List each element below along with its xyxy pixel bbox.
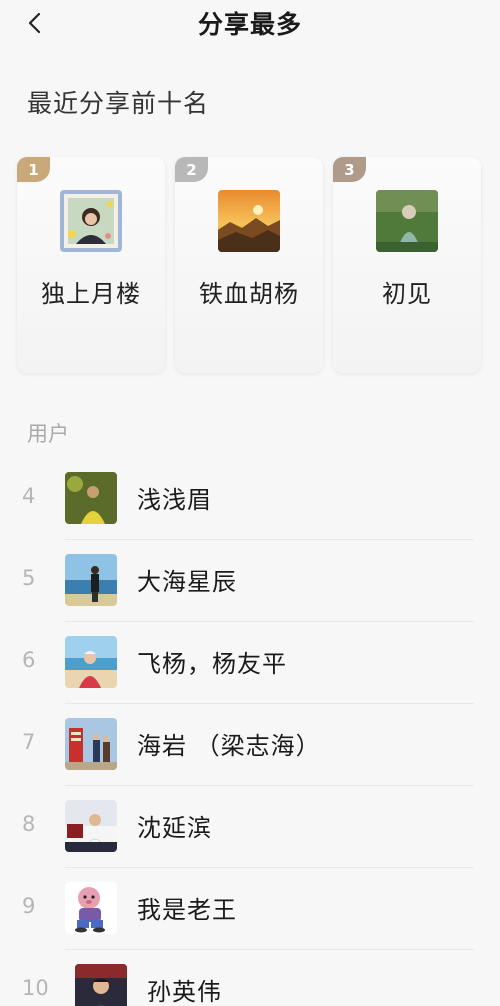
rank-badge: 3	[333, 157, 366, 182]
page-title: 分享最多	[197, 10, 302, 39]
rank-badge: 1	[17, 157, 50, 182]
user-name: 飞杨，杨友平	[137, 650, 287, 678]
rank-number: 4	[22, 484, 36, 508]
list-item[interactable]: 8 沈延滨	[0, 786, 500, 868]
avatar	[65, 554, 117, 606]
user-name: 浅浅眉	[137, 486, 212, 514]
user-name: 海岩 （梁志海）	[137, 732, 321, 760]
card-name: 初见	[382, 280, 432, 308]
user-name: 大海星辰	[137, 568, 237, 596]
top-card-1[interactable]: 1 独上月楼	[17, 157, 165, 373]
list-item[interactable]: 9 我是老王	[0, 868, 500, 950]
avatar	[65, 636, 117, 688]
rank-number: 10	[22, 976, 49, 1000]
rank-number: 9	[22, 894, 36, 918]
top-card-3[interactable]: 3 初见	[333, 157, 481, 373]
user-name: 孙英伟	[147, 978, 222, 1006]
avatar	[65, 800, 117, 852]
rank-number: 7	[22, 730, 36, 754]
rank-number: 8	[22, 812, 36, 836]
list-item[interactable]: 7 海岩 （梁志海）	[0, 704, 500, 786]
users-heading: 用户	[27, 422, 69, 446]
avatar	[65, 718, 117, 770]
list-item[interactable]: 5 大海星辰	[0, 540, 500, 622]
avatar	[60, 190, 122, 252]
top-ten-heading: 最近分享前十名	[27, 89, 210, 118]
user-name: 我是老王	[137, 896, 237, 924]
avatar	[218, 190, 280, 252]
avatar	[65, 882, 117, 934]
list-item[interactable]: 4 浅浅眉	[0, 458, 500, 540]
header-bar: 分享最多	[0, 0, 500, 46]
avatar	[75, 964, 127, 1006]
list-item[interactable]: 6 飞杨，杨友平	[0, 622, 500, 704]
rank-badge: 2	[175, 157, 208, 182]
rank-number: 5	[22, 566, 36, 590]
rank-number: 6	[22, 648, 36, 672]
avatar	[376, 190, 438, 252]
avatar	[65, 472, 117, 524]
top-card-2[interactable]: 2 铁血胡杨	[175, 157, 323, 373]
user-name: 沈延滨	[137, 814, 212, 842]
card-name: 独上月楼	[41, 280, 141, 308]
card-name: 铁血胡杨	[199, 280, 299, 308]
list-item[interactable]: 10 孙英伟	[0, 950, 500, 1006]
